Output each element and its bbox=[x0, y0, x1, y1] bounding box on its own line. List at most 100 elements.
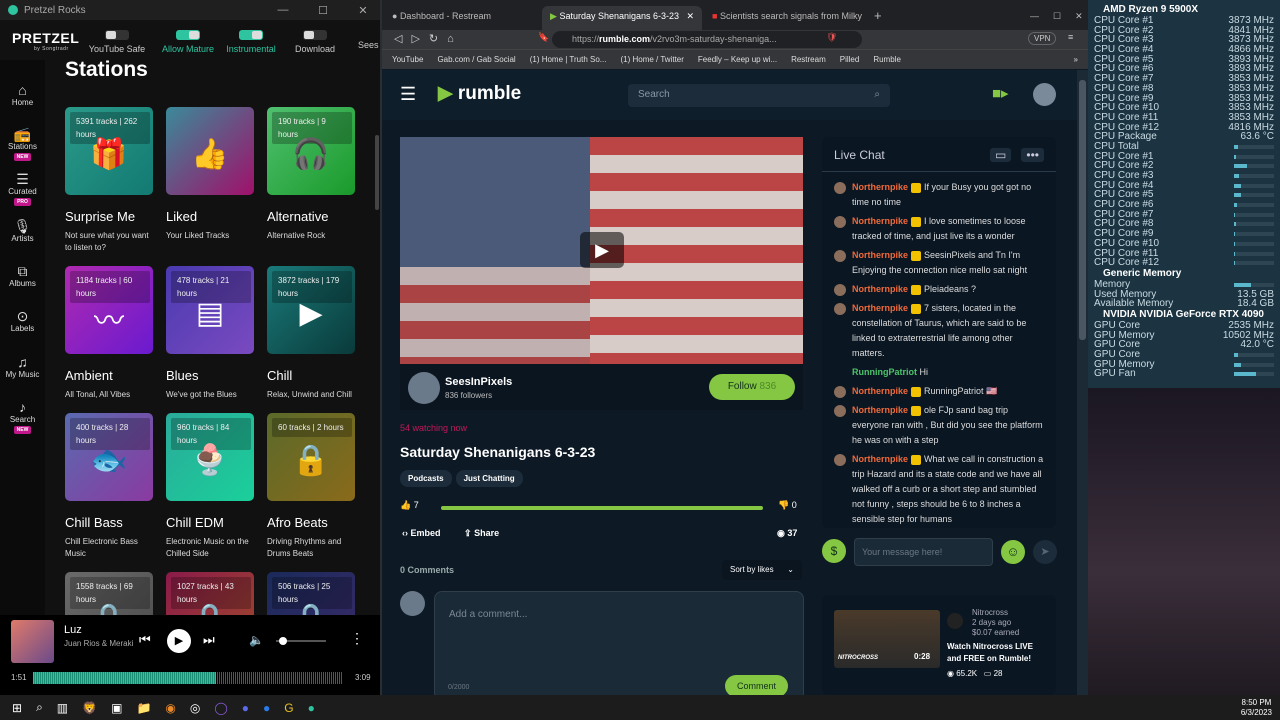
chat-username[interactable]: Northernpike bbox=[852, 216, 908, 226]
new-tab-button[interactable]: + bbox=[866, 6, 896, 30]
nav-home[interactable]: ⌂ Home bbox=[0, 82, 45, 107]
station-title[interactable]: Ambient bbox=[65, 368, 165, 383]
chat-username[interactable]: Northernpike bbox=[852, 250, 908, 260]
bookmark-item[interactable]: Pilled bbox=[840, 55, 860, 64]
zoom-icon[interactable]: ● bbox=[263, 701, 270, 715]
embed-button[interactable]: ‹› Embed bbox=[402, 528, 441, 538]
toggle-instrumental[interactable]: Instrumental bbox=[216, 30, 286, 54]
close-tab-icon[interactable]: ✕ bbox=[686, 11, 694, 22]
channel-avatar[interactable] bbox=[408, 372, 440, 404]
chat-username[interactable]: Northernpike bbox=[852, 454, 908, 464]
volume-slider[interactable] bbox=[276, 637, 326, 645]
chat-username[interactable]: Northernpike bbox=[852, 405, 908, 415]
promo-thumbnail[interactable]: NITROCROSS 0:28 bbox=[834, 610, 940, 668]
nav-albums[interactable]: ⧉ Albums bbox=[0, 263, 45, 288]
promo-card[interactable]: NITROCROSS 0:28 Nitrocross 2 days ago $0.0… bbox=[822, 595, 1056, 695]
chat-more-icon[interactable]: ••• bbox=[1021, 148, 1044, 162]
channel-name[interactable]: SeesInPixels bbox=[445, 376, 512, 388]
station-card[interactable]: 3872 tracks | 179 hours ▶ bbox=[267, 266, 355, 354]
follow-button[interactable]: Follow 836 bbox=[709, 374, 795, 400]
tab-restream[interactable]: ● Dashboard - Restream bbox=[384, 6, 544, 30]
tab-scientists[interactable]: ■ Scientists search signals from Milky W bbox=[704, 6, 864, 30]
chat-username[interactable]: Northernpike bbox=[852, 284, 908, 294]
window-controls[interactable]: —☐✕ bbox=[1022, 6, 1088, 30]
vpn-button[interactable]: VPN bbox=[1028, 32, 1057, 45]
station-card[interactable]: 478 tracks | 21 hours ▤ bbox=[166, 266, 254, 354]
station-card[interactable]: 400 tracks | 28 hours 🐟 bbox=[65, 413, 153, 501]
chat-username[interactable]: RunningPatriot bbox=[852, 367, 917, 377]
more-options-icon[interactable]: ⋮ bbox=[350, 630, 364, 647]
chat-username[interactable]: Northernpike bbox=[852, 303, 908, 313]
page-scrollbar[interactable] bbox=[1077, 70, 1088, 695]
share-button[interactable]: ⇪ Share bbox=[464, 528, 499, 539]
app-g-icon[interactable]: G bbox=[284, 701, 293, 715]
user-avatar[interactable] bbox=[1033, 83, 1056, 106]
sort-dropdown[interactable]: Sort by likes ⌄ bbox=[722, 560, 802, 580]
waveform-seekbar[interactable] bbox=[33, 672, 343, 684]
app-icon[interactable]: ▣ bbox=[111, 701, 122, 715]
bookmark-icon[interactable]: 🔖 bbox=[538, 32, 549, 43]
chat-username[interactable]: Northernpike bbox=[852, 386, 908, 396]
pretzel-icon[interactable]: ● bbox=[308, 701, 315, 715]
station-card[interactable]: 60 tracks | 2 hours 🔒 bbox=[267, 413, 355, 501]
maximize-button[interactable]: ☐ bbox=[306, 4, 340, 17]
station-title[interactable]: Surprise Me bbox=[65, 209, 165, 224]
chat-username[interactable]: Northernpike bbox=[852, 182, 908, 192]
search-icon[interactable]: ⌕ bbox=[874, 89, 880, 100]
tag-just-chatting[interactable]: Just Chatting bbox=[455, 470, 523, 487]
station-title[interactable]: Alternative bbox=[267, 209, 367, 224]
station-card[interactable]: 190 tracks | 9 hours 🎧 bbox=[267, 107, 355, 195]
station-title[interactable]: Blues bbox=[166, 368, 266, 383]
station-title[interactable]: Chill bbox=[267, 368, 367, 383]
video-player[interactable]: ▶ bbox=[400, 137, 803, 364]
play-icon[interactable]: ▶ bbox=[267, 296, 355, 331]
pretzel-logo[interactable]: PRETZEL by Songtradr bbox=[12, 30, 79, 52]
volume-icon[interactable]: 🔈 bbox=[249, 633, 264, 647]
bookmark-item[interactable]: Gab.com / Gab Social bbox=[437, 55, 515, 64]
nav-buttons[interactable]: ◁▷↻⌂ bbox=[394, 32, 463, 45]
nav-artists[interactable]: 🎙 Artists bbox=[0, 218, 45, 243]
blender-icon[interactable]: ◉ bbox=[165, 701, 175, 715]
brave-icon[interactable]: 🦁 bbox=[82, 701, 97, 715]
bookmark-item[interactable]: (1) Home / Twitter bbox=[620, 55, 683, 64]
bookmark-item[interactable]: YouTube bbox=[392, 55, 423, 64]
rumble-logo[interactable]: ▶ rumble bbox=[438, 82, 521, 105]
station-title[interactable]: Chill Bass bbox=[65, 515, 165, 530]
go-live-icon[interactable]: ■▸ bbox=[992, 84, 1009, 102]
search-input[interactable]: Search ⌕ bbox=[628, 84, 890, 107]
toggle-download[interactable]: Download bbox=[280, 30, 350, 54]
app-circle-icon[interactable]: ◯ bbox=[214, 701, 227, 715]
dislike-button[interactable]: 👎 0 bbox=[778, 500, 797, 511]
address-bar[interactable]: https://rumble.com/v2rvo3m-saturday-shen… bbox=[552, 31, 862, 48]
toggle-youtube-safe[interactable]: YouTube Safe bbox=[82, 30, 152, 54]
close-button[interactable]: ✕ bbox=[346, 4, 380, 17]
send-button[interactable]: ➤ bbox=[1033, 540, 1057, 564]
start-icon[interactable]: ⊞ bbox=[12, 701, 22, 715]
station-card[interactable]: 960 tracks | 84 hours 🍨 bbox=[166, 413, 254, 501]
toggle-allow-mature[interactable]: Allow Mature bbox=[153, 30, 223, 54]
comment-input[interactable]: Add a comment... 0/2000 Comment bbox=[434, 591, 804, 695]
tab-rumble[interactable]: ▶ Saturday Shenanigans 6-3-23 ✕ bbox=[542, 6, 702, 30]
file-explorer-icon[interactable]: 📁 bbox=[136, 701, 151, 715]
rant-button[interactable]: $ bbox=[822, 539, 846, 563]
station-title[interactable]: Chill EDM bbox=[166, 515, 266, 530]
nav-my-music[interactable]: ♫ My Music bbox=[0, 354, 45, 379]
task-view-icon[interactable]: ▥ bbox=[57, 701, 68, 715]
track-artist[interactable]: Juan Rios & Meraki bbox=[64, 639, 134, 649]
track-title[interactable]: Luz bbox=[64, 624, 82, 636]
brave-shield-icon[interactable]: 🛡 bbox=[826, 32, 837, 43]
hamburger-icon[interactable]: ☰ bbox=[400, 84, 416, 105]
bookmarks-overflow[interactable]: » bbox=[1074, 55, 1078, 64]
comment-button[interactable]: Comment bbox=[725, 675, 789, 695]
nav-curated[interactable]: ☰ Curated PRO bbox=[0, 171, 45, 206]
station-card[interactable]: 5391 tracks | 262 hours 🎁 bbox=[65, 107, 153, 195]
discord-icon[interactable]: ● bbox=[242, 701, 249, 715]
nav-search[interactable]: ♪ Search NEW bbox=[0, 399, 45, 434]
station-card[interactable]: 👍 bbox=[166, 107, 254, 195]
minimize-button[interactable]: — bbox=[266, 4, 300, 16]
chat-input[interactable]: Your message here! bbox=[854, 538, 993, 566]
play-button[interactable]: ▶ bbox=[167, 629, 191, 653]
bookmark-item[interactable]: (1) Home | Truth So... bbox=[530, 55, 607, 64]
bookmark-item[interactable]: Restream bbox=[791, 55, 826, 64]
scrollbar[interactable] bbox=[375, 135, 379, 210]
